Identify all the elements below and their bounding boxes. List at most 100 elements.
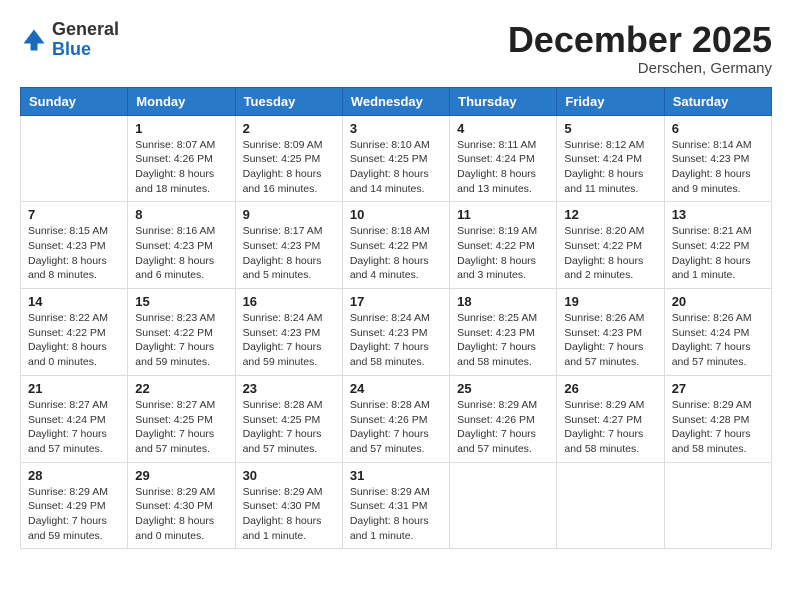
day-number: 13 bbox=[672, 207, 764, 222]
day-number: 21 bbox=[28, 381, 120, 396]
day-number: 9 bbox=[243, 207, 335, 222]
calendar-cell: 8 Sunrise: 8:16 AM Sunset: 4:23 PM Daylig… bbox=[128, 202, 235, 289]
calendar-cell: 13 Sunrise: 8:21 AM Sunset: 4:22 PM Dayli… bbox=[664, 202, 771, 289]
day-info: Sunrise: 8:11 AM Sunset: 4:24 PM Dayligh… bbox=[457, 138, 549, 197]
calendar-cell: 11 Sunrise: 8:19 AM Sunset: 4:22 PM Dayli… bbox=[450, 202, 557, 289]
day-info: Sunrise: 8:29 AM Sunset: 4:30 PM Dayligh… bbox=[243, 485, 335, 544]
weekday-header-thursday: Thursday bbox=[450, 87, 557, 115]
weekday-header-tuesday: Tuesday bbox=[235, 87, 342, 115]
calendar-cell: 6 Sunrise: 8:14 AM Sunset: 4:23 PM Daylig… bbox=[664, 115, 771, 202]
calendar-cell: 2Sunrise: 8:09 AM Sunset: 4:25 PM Daylig… bbox=[235, 115, 342, 202]
day-info: Sunrise: 8:26 AM Sunset: 4:24 PM Dayligh… bbox=[672, 311, 764, 370]
day-info: Sunrise: 8:26 AM Sunset: 4:23 PM Dayligh… bbox=[564, 311, 656, 370]
calendar-cell: 26 Sunrise: 8:29 AM Sunset: 4:27 PM Dayli… bbox=[557, 375, 664, 462]
day-info: Sunrise: 8:22 AM Sunset: 4:22 PM Dayligh… bbox=[28, 311, 120, 370]
day-info: Sunrise: 8:29 AM Sunset: 4:28 PM Dayligh… bbox=[672, 398, 764, 457]
calendar-cell: 3Sunrise: 8:10 AM Sunset: 4:25 PM Daylig… bbox=[342, 115, 449, 202]
calendar-cell bbox=[450, 462, 557, 549]
day-number: 7 bbox=[28, 207, 120, 222]
day-info: Sunrise: 8:21 AM Sunset: 4:22 PM Dayligh… bbox=[672, 224, 764, 283]
day-info: Sunrise: 8:12 AM Sunset: 4:24 PM Dayligh… bbox=[564, 138, 656, 197]
calendar-cell: 30Sunrise: 8:29 AM Sunset: 4:30 PM Dayli… bbox=[235, 462, 342, 549]
calendar-cell: 25 Sunrise: 8:29 AM Sunset: 4:26 PM Dayli… bbox=[450, 375, 557, 462]
day-number: 1 bbox=[135, 121, 227, 136]
day-info: Sunrise: 8:18 AM Sunset: 4:22 PM Dayligh… bbox=[350, 224, 442, 283]
title-area: December 2025 Derschen, Germany bbox=[508, 20, 772, 77]
calendar-cell: 24 Sunrise: 8:28 AM Sunset: 4:26 PM Dayli… bbox=[342, 375, 449, 462]
day-number: 16 bbox=[243, 294, 335, 309]
day-number: 26 bbox=[564, 381, 656, 396]
day-info: Sunrise: 8:29 AM Sunset: 4:29 PM Dayligh… bbox=[28, 485, 120, 544]
day-info: Sunrise: 8:15 AM Sunset: 4:23 PM Dayligh… bbox=[28, 224, 120, 283]
logo-general: General bbox=[52, 19, 119, 39]
day-number: 4 bbox=[457, 121, 549, 136]
day-info: Sunrise: 8:07 AM Sunset: 4:26 PM Dayligh… bbox=[135, 138, 227, 197]
day-info: Sunrise: 8:10 AM Sunset: 4:25 PM Dayligh… bbox=[350, 138, 442, 197]
day-info: Sunrise: 8:29 AM Sunset: 4:26 PM Dayligh… bbox=[457, 398, 549, 457]
day-info: Sunrise: 8:14 AM Sunset: 4:23 PM Dayligh… bbox=[672, 138, 764, 197]
day-number: 29 bbox=[135, 468, 227, 483]
day-number: 19 bbox=[564, 294, 656, 309]
calendar-cell bbox=[664, 462, 771, 549]
day-info: Sunrise: 8:27 AM Sunset: 4:25 PM Dayligh… bbox=[135, 398, 227, 457]
day-info: Sunrise: 8:28 AM Sunset: 4:25 PM Dayligh… bbox=[243, 398, 335, 457]
calendar-cell: 10 Sunrise: 8:18 AM Sunset: 4:22 PM Dayli… bbox=[342, 202, 449, 289]
day-number: 5 bbox=[564, 121, 656, 136]
day-info: Sunrise: 8:19 AM Sunset: 4:22 PM Dayligh… bbox=[457, 224, 549, 283]
day-info: Sunrise: 8:29 AM Sunset: 4:27 PM Dayligh… bbox=[564, 398, 656, 457]
weekday-header-saturday: Saturday bbox=[664, 87, 771, 115]
day-info: Sunrise: 8:17 AM Sunset: 4:23 PM Dayligh… bbox=[243, 224, 335, 283]
day-info: Sunrise: 8:24 AM Sunset: 4:23 PM Dayligh… bbox=[350, 311, 442, 370]
calendar-cell: 9 Sunrise: 8:17 AM Sunset: 4:23 PM Daylig… bbox=[235, 202, 342, 289]
calendar-cell: 29 Sunrise: 8:29 AM Sunset: 4:30 PM Dayli… bbox=[128, 462, 235, 549]
calendar-cell: 28Sunrise: 8:29 AM Sunset: 4:29 PM Dayli… bbox=[21, 462, 128, 549]
day-info: Sunrise: 8:28 AM Sunset: 4:26 PM Dayligh… bbox=[350, 398, 442, 457]
calendar-cell: 1 Sunrise: 8:07 AM Sunset: 4:26 PM Daylig… bbox=[128, 115, 235, 202]
calendar-cell: 7 Sunrise: 8:15 AM Sunset: 4:23 PM Daylig… bbox=[21, 202, 128, 289]
day-info: Sunrise: 8:25 AM Sunset: 4:23 PM Dayligh… bbox=[457, 311, 549, 370]
calendar-cell: 4 Sunrise: 8:11 AM Sunset: 4:24 PM Daylig… bbox=[450, 115, 557, 202]
day-number: 11 bbox=[457, 207, 549, 222]
day-number: 8 bbox=[135, 207, 227, 222]
weekday-header-sunday: Sunday bbox=[21, 87, 128, 115]
calendar-cell: 16 Sunrise: 8:24 AM Sunset: 4:23 PM Dayli… bbox=[235, 289, 342, 376]
day-number: 24 bbox=[350, 381, 442, 396]
day-info: Sunrise: 8:29 AM Sunset: 4:30 PM Dayligh… bbox=[135, 485, 227, 544]
day-info: Sunrise: 8:24 AM Sunset: 4:23 PM Dayligh… bbox=[243, 311, 335, 370]
day-number: 14 bbox=[28, 294, 120, 309]
weekday-header-friday: Friday bbox=[557, 87, 664, 115]
calendar-cell: 15Sunrise: 8:23 AM Sunset: 4:22 PM Dayli… bbox=[128, 289, 235, 376]
weekday-header-monday: Monday bbox=[128, 87, 235, 115]
calendar-week-row: 7 Sunrise: 8:15 AM Sunset: 4:23 PM Daylig… bbox=[21, 202, 772, 289]
day-number: 20 bbox=[672, 294, 764, 309]
calendar-cell: 19 Sunrise: 8:26 AM Sunset: 4:23 PM Dayli… bbox=[557, 289, 664, 376]
calendar-cell: 22 Sunrise: 8:27 AM Sunset: 4:25 PM Dayli… bbox=[128, 375, 235, 462]
calendar-cell: 12 Sunrise: 8:20 AM Sunset: 4:22 PM Dayli… bbox=[557, 202, 664, 289]
calendar: SundayMondayTuesdayWednesdayThursdayFrid… bbox=[20, 87, 772, 550]
day-number: 12 bbox=[564, 207, 656, 222]
logo: General Blue bbox=[20, 20, 119, 60]
calendar-cell: 20 Sunrise: 8:26 AM Sunset: 4:24 PM Dayli… bbox=[664, 289, 771, 376]
day-number: 22 bbox=[135, 381, 227, 396]
day-number: 31 bbox=[350, 468, 442, 483]
day-number: 18 bbox=[457, 294, 549, 309]
logo-text: General Blue bbox=[52, 20, 119, 60]
day-number: 25 bbox=[457, 381, 549, 396]
calendar-cell: 5 Sunrise: 8:12 AM Sunset: 4:24 PM Daylig… bbox=[557, 115, 664, 202]
calendar-cell: 21Sunrise: 8:27 AM Sunset: 4:24 PM Dayli… bbox=[21, 375, 128, 462]
weekday-header-row: SundayMondayTuesdayWednesdayThursdayFrid… bbox=[21, 87, 772, 115]
day-number: 6 bbox=[672, 121, 764, 136]
logo-blue: Blue bbox=[52, 39, 91, 59]
day-number: 15 bbox=[135, 294, 227, 309]
day-number: 10 bbox=[350, 207, 442, 222]
day-number: 2 bbox=[243, 121, 335, 136]
calendar-cell: 23 Sunrise: 8:28 AM Sunset: 4:25 PM Dayli… bbox=[235, 375, 342, 462]
calendar-cell: 31 Sunrise: 8:29 AM Sunset: 4:31 PM Dayli… bbox=[342, 462, 449, 549]
day-info: Sunrise: 8:29 AM Sunset: 4:31 PM Dayligh… bbox=[350, 485, 442, 544]
calendar-cell bbox=[557, 462, 664, 549]
location: Derschen, Germany bbox=[508, 60, 772, 77]
day-number: 23 bbox=[243, 381, 335, 396]
month-title: December 2025 bbox=[508, 20, 772, 60]
day-info: Sunrise: 8:20 AM Sunset: 4:22 PM Dayligh… bbox=[564, 224, 656, 283]
day-info: Sunrise: 8:16 AM Sunset: 4:23 PM Dayligh… bbox=[135, 224, 227, 283]
